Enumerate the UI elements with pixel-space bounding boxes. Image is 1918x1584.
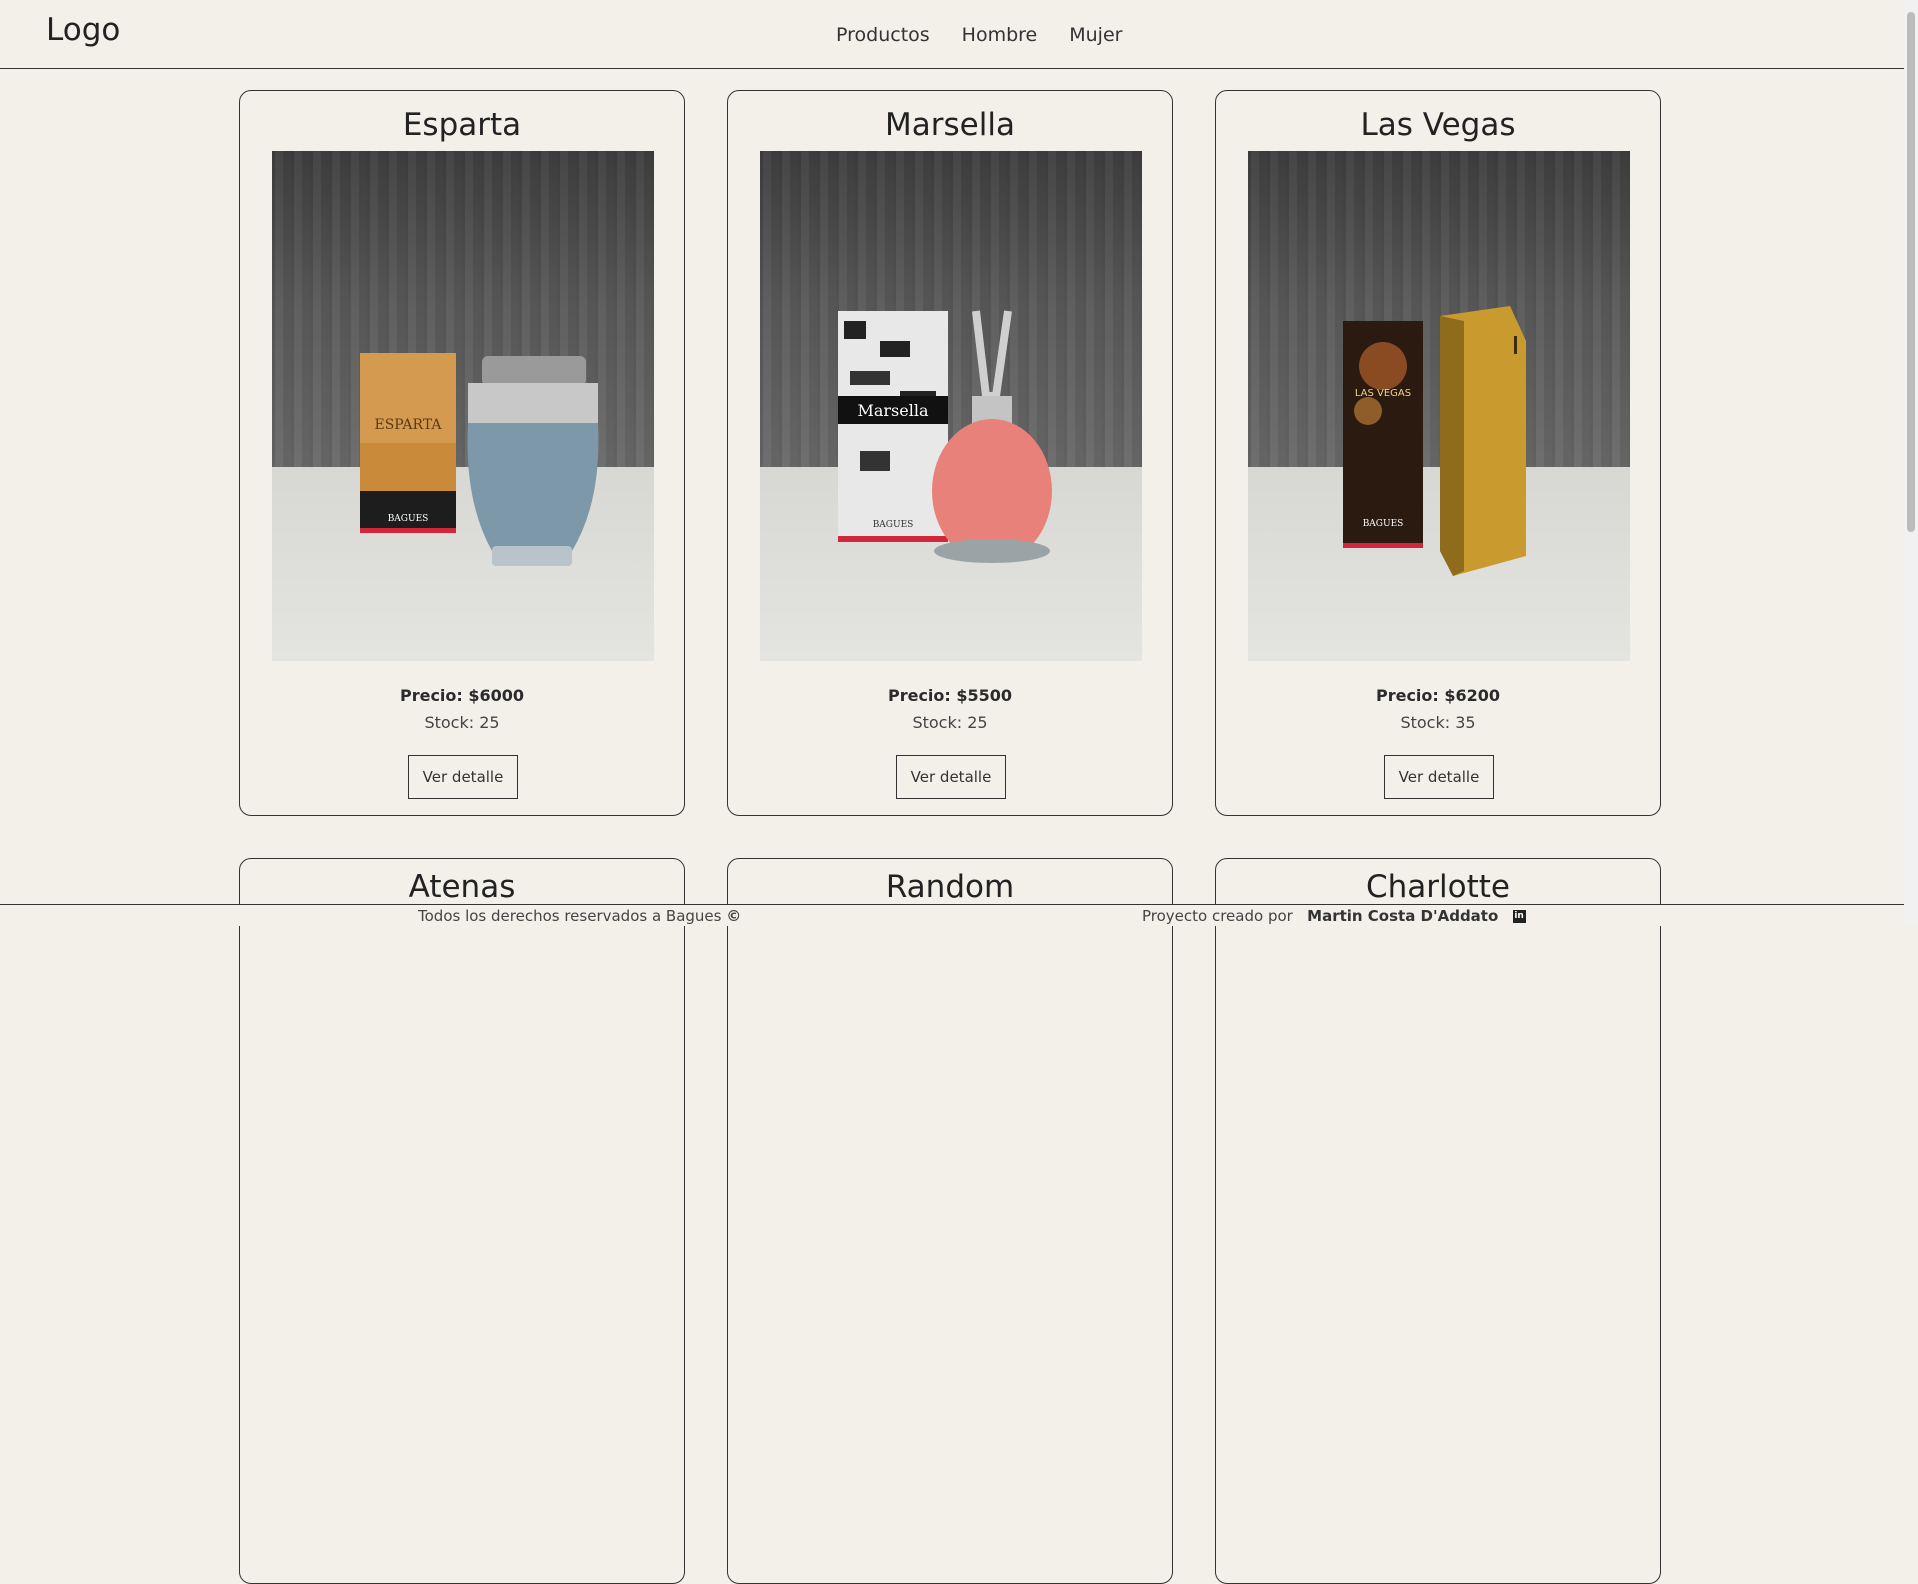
product-card-random: Random [727,858,1173,1584]
svg-text:BAGUES: BAGUES [388,514,429,524]
svg-text:Marsella: Marsella [857,401,928,420]
svg-text:ESPARTA: ESPARTA [374,417,442,433]
scrollbar-thumb[interactable] [1907,12,1915,532]
product-card-esparta: Esparta ESPARTA BAGUES Precio: $6000 Sto… [239,90,685,816]
product-price: Precio: $6000 [399,686,525,705]
nav-link-mujer[interactable]: Mujer [1069,24,1122,46]
product-card-charlotte: Charlotte [1215,858,1661,1584]
ver-detalle-button[interactable]: Ver detalle [896,755,1006,799]
product-card-atenas: Atenas [239,858,685,1584]
product-title: Charlotte [1366,869,1510,905]
product-price: Precio: $5500 [887,686,1013,705]
nav-link-productos[interactable]: Productos [836,24,930,46]
copyright-icon: © [726,907,742,925]
product-image: Marsella BAGUES [760,151,1142,661]
product-card-las-vegas: Las Vegas LAS VEGAS BAGUES Precio: $6200… [1215,90,1661,816]
product-stock: Stock: 35 [1400,713,1476,732]
product-price: Precio: $6200 [1375,686,1501,705]
footer-credits: Proyecto creado por Martin Costa D'Addat… [1142,907,1526,925]
navbar: Logo Productos Hombre Mujer [0,0,1904,69]
ver-detalle-button[interactable]: Ver detalle [408,755,518,799]
footer-rights: Todos los derechos reservados a Bagues © [418,907,741,925]
svg-text:LAS VEGAS: LAS VEGAS [1355,388,1411,399]
svg-text:BAGUES: BAGUES [873,520,914,530]
product-card-marsella: Marsella Marsella BAGUES Precio: $5500 S… [727,90,1173,816]
product-stock: Stock: 25 [424,713,500,732]
created-by-label: Proyecto creado por [1142,907,1293,925]
author-name: Martin Costa D'Addato [1307,907,1499,925]
product-title: Las Vegas [1360,107,1516,143]
ver-detalle-button[interactable]: Ver detalle [1384,755,1494,799]
svg-text:BAGUES: BAGUES [1363,519,1404,529]
page-scrollbar[interactable] [1904,0,1918,926]
footer: Todos los derechos reservados a Bagues ©… [0,904,1904,926]
product-image: ESPARTA BAGUES [272,151,654,661]
product-image: LAS VEGAS BAGUES [1248,151,1630,661]
site-logo[interactable]: Logo [46,12,120,48]
nav-link-hombre[interactable]: Hombre [962,24,1038,46]
product-title: Esparta [402,107,522,143]
product-stock: Stock: 25 [912,713,988,732]
footer-rights-text: Todos los derechos reservados a Bagues [418,907,722,925]
product-title: Marsella [885,107,1015,143]
nav-links: Productos Hombre Mujer [836,24,1122,46]
product-title: Atenas [408,869,516,905]
product-title: Random [885,869,1015,905]
linkedin-icon[interactable]: in [1512,910,1526,923]
